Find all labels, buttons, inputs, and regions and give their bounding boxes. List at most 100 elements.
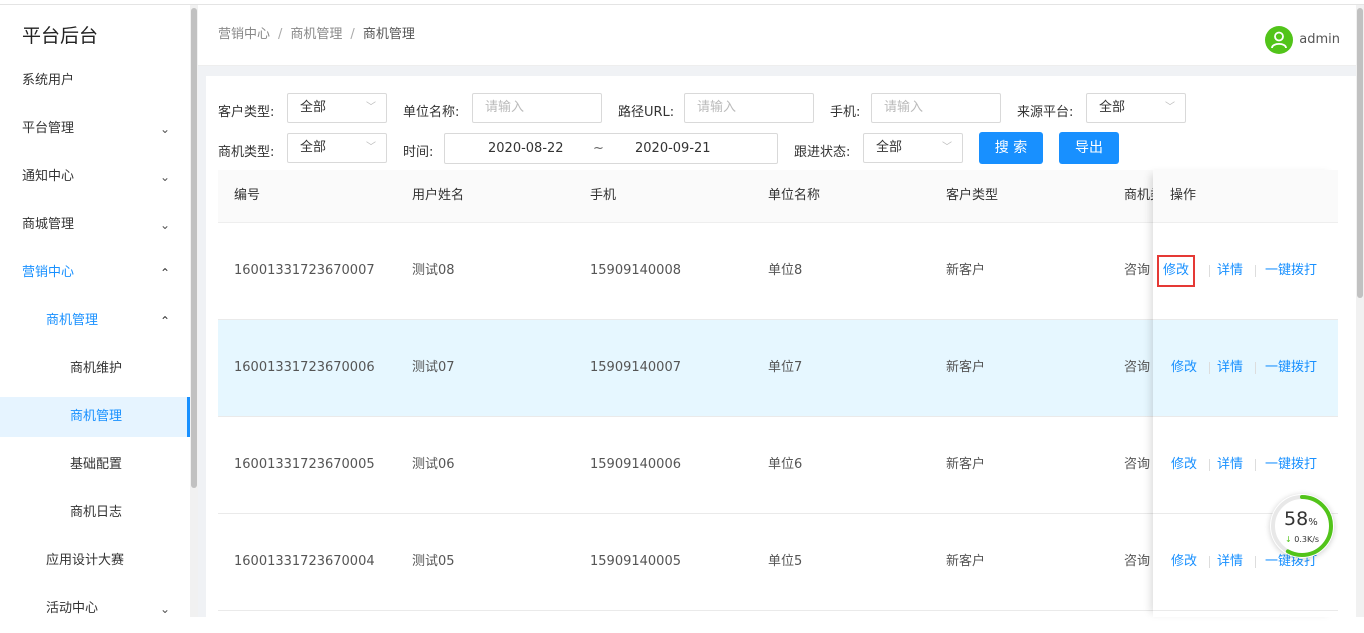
edit-link[interactable]: 修改: [1171, 320, 1197, 416]
follow-status-select[interactable]: 全部 ﹀: [863, 133, 963, 163]
cell-company: 单位8: [768, 263, 803, 278]
sidebar-item-notifications[interactable]: 通知中心 ⌄: [0, 153, 190, 201]
sidebar-item-label: 商机管理: [46, 313, 99, 328]
action-divider: [1209, 265, 1210, 277]
sidebar-item-label: 通知中心: [22, 169, 75, 184]
network-speed-widget[interactable]: 58% ↓ 0.3K/s: [1270, 494, 1334, 558]
cell-name: 测试07: [412, 360, 455, 375]
breadcrumb-separator: /: [278, 27, 283, 42]
cell-customer-type: 新客户: [946, 263, 986, 278]
export-button[interactable]: 导出: [1059, 132, 1119, 164]
content-gutter: [198, 76, 206, 617]
detail-link[interactable]: 详情: [1217, 223, 1243, 319]
sidebar-item-platform[interactable]: 平台管理 ⌄: [0, 105, 190, 153]
action-divider: [1255, 265, 1256, 277]
top-header: 营销中心 / 商机管理 / 商机管理 admin: [198, 5, 1358, 66]
brand-title: 平台后台: [22, 25, 99, 47]
chevron-down-icon: ﹀: [366, 142, 376, 153]
sidebar-item-basic-config[interactable]: 基础配置: [0, 441, 190, 489]
sidebar-item-opportunity-log[interactable]: 商机日志: [0, 489, 190, 537]
arrow-down-icon: ↓: [1285, 535, 1292, 544]
date-start[interactable]: 2020-08-22: [488, 134, 564, 163]
call-link[interactable]: 一键拨打: [1265, 320, 1317, 416]
company-name-label: 单位名称:: [403, 105, 460, 120]
customer-type-select[interactable]: 全部 ﹀: [287, 93, 387, 123]
source-platform-select[interactable]: 全部 ﹀: [1086, 93, 1186, 123]
detail-link[interactable]: 详情: [1217, 320, 1243, 416]
header-divider: [198, 66, 1358, 76]
breadcrumb-item[interactable]: 营销中心: [218, 27, 270, 42]
cell-name: 测试05: [412, 554, 455, 569]
edit-link[interactable]: 修改: [1156, 255, 1196, 287]
cell-opportunity-type: 咨询: [1124, 457, 1151, 472]
sidebar-item-mall[interactable]: 商城管理 ⌄: [0, 201, 190, 249]
detail-link[interactable]: 详情: [1217, 417, 1243, 513]
edit-link[interactable]: 修改: [1171, 514, 1197, 610]
sidebar-item-label: 商机维护: [70, 361, 123, 376]
column-header-customer-type: 客户类型: [946, 188, 999, 203]
sidebar-item-label: 商机日志: [70, 505, 123, 520]
phone-label: 手机:: [830, 105, 861, 120]
column-header-actions: 操作: [1170, 188, 1197, 203]
call-link[interactable]: 一键拨打: [1265, 223, 1317, 319]
date-range-separator: ~: [593, 141, 604, 156]
page-scrollbar-thumb[interactable]: [1357, 8, 1363, 298]
detail-link[interactable]: 详情: [1217, 514, 1243, 610]
actions-cell: 修改 详情 一键拨打: [1153, 223, 1338, 320]
sidebar-item-marketing[interactable]: 营销中心 ⌃: [0, 249, 190, 297]
action-divider: [1209, 459, 1210, 471]
path-url-label: 路径URL:: [618, 105, 675, 120]
column-header-name: 用户姓名: [412, 188, 465, 203]
chevron-up-icon: ⌃: [160, 314, 171, 328]
sidebar-item-label: 基础配置: [70, 457, 123, 472]
actions-cell: 修改 详情 一键拨打: [1153, 320, 1338, 417]
cell-phone: 15909140005: [590, 554, 681, 569]
sidebar-item-opportunity-manage[interactable]: 商机管理: [0, 397, 190, 437]
chevron-down-icon: ﹀: [1165, 102, 1175, 113]
path-url-input[interactable]: 请输入: [684, 93, 814, 123]
sidebar-item-app-design-contest[interactable]: 应用设计大赛: [0, 537, 190, 585]
breadcrumb-current: 商机管理: [362, 27, 415, 42]
sidebar-item-label: 活动中心: [46, 601, 99, 616]
phone-input[interactable]: 请输入: [871, 93, 1001, 123]
chevron-down-icon: ﹀: [366, 102, 376, 113]
speed-rate: ↓ 0.3K/s: [1285, 535, 1320, 544]
speed-percent: 58%: [1284, 508, 1318, 530]
column-header-company: 单位名称: [768, 188, 821, 203]
cell-opportunity-type: 咨询: [1124, 554, 1151, 569]
sidebar-scrollbar-thumb[interactable]: [191, 8, 197, 488]
company-name-input[interactable]: 请输入: [472, 93, 602, 123]
date-end[interactable]: 2020-09-21: [635, 134, 711, 163]
cell-customer-type: 新客户: [946, 554, 986, 569]
sidebar-item-system-users[interactable]: 系统用户: [0, 57, 190, 105]
sidebar-item-activity-center[interactable]: 活动中心 ⌄: [0, 585, 190, 633]
source-platform-value: 全部: [1099, 100, 1126, 115]
cell-name: 测试08: [412, 263, 455, 278]
sidebar-item-opportunity-group[interactable]: 商机管理 ⌃: [0, 297, 190, 345]
action-divider: [1209, 362, 1210, 374]
cell-id: 16001331723670006: [234, 360, 375, 375]
sidebar-item-label: 平台管理: [22, 121, 75, 136]
sidebar-item-label: 应用设计大赛: [46, 553, 125, 568]
user-menu[interactable]: admin: [1265, 25, 1340, 55]
opportunity-type-label: 商机类型:: [218, 145, 275, 160]
time-label: 时间:: [403, 145, 434, 160]
sidebar-item-label: 系统用户: [22, 73, 75, 88]
cell-customer-type: 新客户: [946, 457, 986, 472]
action-divider: [1255, 459, 1256, 471]
avatar[interactable]: [1265, 25, 1294, 54]
cell-opportunity-type: 咨询: [1124, 263, 1151, 278]
opportunity-type-select[interactable]: 全部 ﹀: [287, 133, 387, 163]
date-range-picker[interactable]: 2020-08-22 ~ 2020-09-21: [444, 133, 778, 164]
column-header-phone: 手机: [590, 188, 617, 203]
edit-link[interactable]: 修改: [1171, 417, 1197, 513]
sidebar-item-opportunity-maintain[interactable]: 商机维护: [0, 345, 190, 393]
cell-customer-type: 新客户: [946, 360, 986, 375]
cell-id: 16001331723670004: [234, 554, 375, 569]
actions-column-header: 操作: [1153, 170, 1338, 223]
search-button[interactable]: 搜 索: [979, 132, 1043, 164]
cell-id: 16001331723670007: [234, 263, 375, 278]
breadcrumb: 营销中心 / 商机管理 / 商机管理: [218, 23, 415, 42]
chevron-down-icon: ⌄: [160, 170, 171, 184]
breadcrumb-item[interactable]: 商机管理: [290, 27, 342, 42]
